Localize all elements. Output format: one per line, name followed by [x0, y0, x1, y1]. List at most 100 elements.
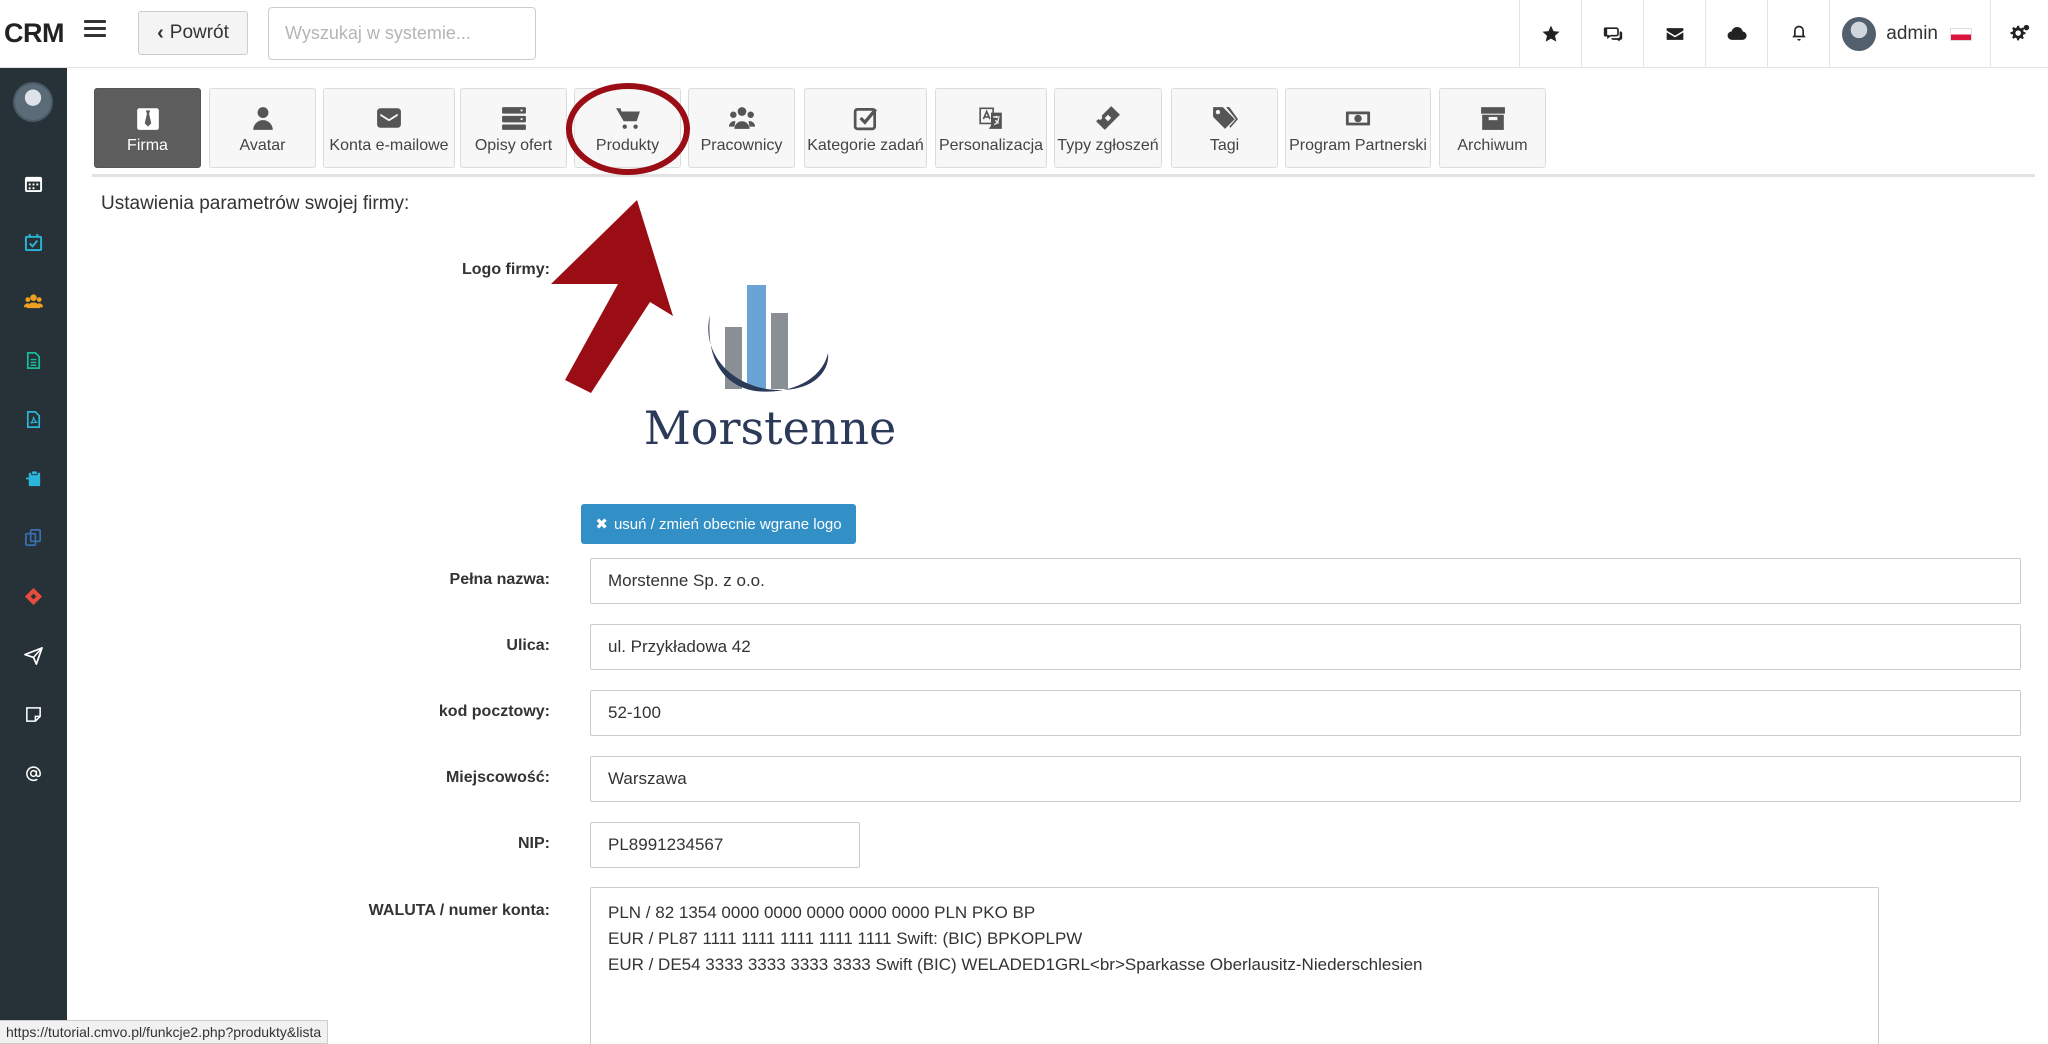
- currency-line: EUR / DE54 3333 3333 3333 3333 Swift (BI…: [608, 955, 1423, 974]
- company-logo: Morstenne: [640, 275, 900, 455]
- clipboard-icon: [25, 469, 41, 486]
- tab-avatar[interactable]: Avatar: [209, 88, 316, 168]
- sidebar-item-projects[interactable]: [0, 458, 67, 498]
- tab-kategorie-zadan[interactable]: Kategorie zadań: [804, 88, 927, 168]
- user-name: admin: [1886, 23, 1938, 44]
- postal-code-label: kod pocztowy:: [438, 703, 550, 720]
- pdf-icon: [26, 410, 41, 428]
- tab-opisy-ofert[interactable]: Opisy ofert: [460, 88, 567, 168]
- users-icon: [24, 293, 43, 308]
- menu-toggle-icon[interactable]: [84, 20, 106, 42]
- envelope-icon: [377, 108, 401, 128]
- document-icon: [26, 351, 41, 369]
- user-icon: [252, 107, 273, 130]
- change-logo-label: usuń / zmień obecnie wgrane logo: [613, 515, 842, 533]
- copy-icon: [25, 528, 42, 546]
- tab-label: Avatar: [239, 137, 286, 154]
- tabs-divider: [92, 174, 2035, 177]
- tab-label: Tagi: [1209, 137, 1240, 154]
- currency-line: EUR / PL87 1111 1111 1111 1111 1111 Swif…: [608, 929, 1083, 948]
- tab-label: Personalizacja: [938, 137, 1044, 154]
- logo-label: Logo firmy:: [462, 261, 550, 278]
- tab-typy-zgloszen[interactable]: Typy zgłoszeń: [1054, 88, 1162, 168]
- send-icon: [24, 646, 43, 665]
- full-name-label: Pełna nazwa:: [449, 571, 550, 588]
- server-icon: [501, 107, 526, 130]
- tab-label: Konta e-mailowe: [329, 137, 449, 154]
- tab-firma[interactable]: Firma: [94, 88, 201, 168]
- company-logo-text: Morstenne: [643, 401, 897, 455]
- currency-label: WALUTA / numer konta:: [368, 902, 550, 919]
- city-field[interactable]: Warszawa: [590, 756, 2021, 802]
- tab-label: Opisy ofert: [474, 137, 553, 154]
- tab-tagi[interactable]: Tagi: [1171, 88, 1278, 168]
- settings-gears-icon[interactable]: [1990, 0, 2048, 68]
- brand-logo[interactable]: CRM: [4, 18, 65, 49]
- tab-label: Program Partnerski: [1289, 137, 1427, 154]
- cloud-icon[interactable]: [1705, 0, 1767, 68]
- postal-code-field[interactable]: 52-100: [590, 690, 2021, 736]
- nip-label: NIP:: [518, 835, 550, 852]
- tab-label: Typy zgłoszeń: [1057, 137, 1159, 154]
- currency-accounts-textarea[interactable]: PLN / 82 1354 0000 0000 0000 0000 0000 P…: [590, 887, 1879, 1044]
- sidebar: [0, 68, 67, 1044]
- search-input[interactable]: [268, 7, 536, 60]
- tab-label: Pracownicy: [700, 137, 783, 154]
- cart-icon: [615, 108, 640, 129]
- tab-label: Kategorie zadań: [807, 137, 924, 154]
- sidebar-item-tickets[interactable]: [0, 576, 67, 616]
- chat-icon[interactable]: [1581, 0, 1643, 68]
- top-bar: CRM ‹ Powrót admin: [0, 0, 2048, 68]
- avatar: [1842, 17, 1877, 51]
- money-icon: [1345, 111, 1371, 126]
- tags-icon: [1212, 107, 1238, 129]
- sidebar-item-pdf[interactable]: [0, 399, 67, 439]
- translate-icon: [979, 107, 1002, 129]
- chevron-left-icon: ‹: [157, 21, 164, 44]
- bell-icon[interactable]: [1767, 0, 1829, 68]
- back-button[interactable]: ‹ Powrót: [138, 11, 248, 55]
- sidebar-item-email[interactable]: [0, 753, 67, 793]
- sidebar-item-tasks[interactable]: [0, 222, 67, 262]
- top-icons: admin: [1519, 0, 2048, 68]
- nip-field[interactable]: PL8991234567: [590, 822, 860, 868]
- star-icon[interactable]: [1519, 0, 1581, 68]
- checkbox-icon: [853, 107, 877, 131]
- tab-produkty[interactable]: Produkty: [574, 88, 681, 168]
- sidebar-item-documents[interactable]: [0, 340, 67, 380]
- sidebar-item-copies[interactable]: [0, 517, 67, 557]
- tab-konta-email[interactable]: Konta e-mailowe: [323, 88, 455, 168]
- sidebar-item-calendar[interactable]: [0, 163, 67, 203]
- currency-line: PLN / 82 1354 0000 0000 0000 0000 0000 P…: [608, 903, 1036, 922]
- tie-icon: [136, 108, 159, 130]
- user-menu[interactable]: admin: [1829, 0, 1990, 68]
- tab-archiwum[interactable]: Archiwum: [1439, 88, 1546, 168]
- full-name-field[interactable]: Morstenne Sp. z o.o.: [590, 558, 2021, 604]
- tab-personalizacja[interactable]: Personalizacja: [935, 88, 1047, 168]
- page-title: Ustawienia parametrów swojej firmy:: [101, 193, 410, 214]
- tab-pracownicy[interactable]: Pracownicy: [688, 88, 795, 168]
- ticket-icon: [24, 587, 43, 605]
- tab-label: Firma: [127, 137, 168, 154]
- sidebar-item-clients[interactable]: [0, 281, 67, 321]
- envelope-icon[interactable]: [1643, 0, 1705, 68]
- ticket-icon: [1096, 106, 1120, 130]
- sidebar-item-notes[interactable]: [0, 694, 67, 734]
- company-logo-graphic: [708, 285, 829, 392]
- sidebar-avatar[interactable]: [13, 82, 53, 122]
- sidebar-item-mailing[interactable]: [0, 635, 67, 675]
- users-icon: [728, 107, 755, 129]
- poland-flag-icon[interactable]: [1950, 27, 1972, 41]
- close-icon: ✖: [595, 516, 608, 533]
- status-bar-url: https://tutorial.cmvo.pl/funkcje2.php?pr…: [0, 1020, 329, 1044]
- city-label: Miejscowość:: [445, 769, 550, 786]
- archive-icon: [1480, 107, 1505, 130]
- at-icon: [26, 765, 41, 781]
- back-button-label: Powrót: [169, 22, 229, 43]
- tab-label: Produkty: [595, 137, 660, 154]
- calendar-icon: [24, 176, 43, 192]
- street-field[interactable]: ul. Przykładowa 42: [590, 624, 2021, 670]
- tab-program-partnerski[interactable]: Program Partnerski: [1285, 88, 1431, 168]
- change-logo-button[interactable]: ✖ usuń / zmień obecnie wgrane logo: [581, 504, 856, 544]
- calendar-check-icon: [24, 233, 43, 251]
